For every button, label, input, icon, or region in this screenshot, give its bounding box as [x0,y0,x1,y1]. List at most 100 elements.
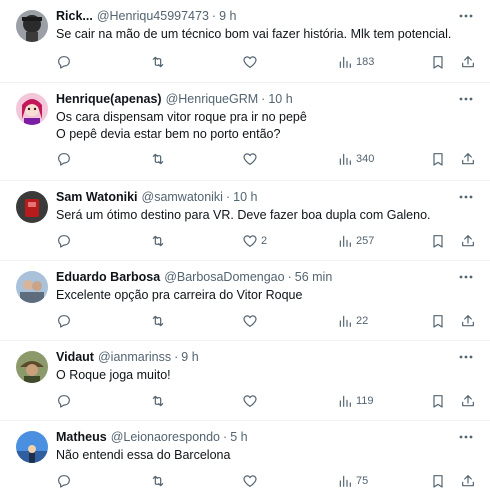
bookmark-button[interactable] [430,53,446,71]
more-dots-icon[interactable] [458,189,474,205]
retweet-button[interactable] [150,232,166,250]
tweet-text: Não entendi essa do Barcelona [56,448,231,462]
avatar[interactable] [16,351,48,383]
user-name[interactable]: Henrique(apenas) [56,91,162,107]
tweet[interactable]: Eduardo Barbosa @BarbosaDomengao · 56 mi… [0,261,490,341]
timestamp[interactable]: 56 min [295,269,333,285]
tweet[interactable]: Vidaut @ianmarinss · 9 h O Roque joga mu… [0,341,490,421]
share-button[interactable] [460,392,476,410]
user-name[interactable]: Vidaut [56,349,94,365]
more-dots-icon[interactable] [458,8,474,24]
user-handle[interactable]: @Henriqu45997473 [97,8,209,24]
bookmark-icon [433,235,443,248]
bookmark-button[interactable] [430,150,446,168]
views-count: 183 [356,56,375,68]
avatar[interactable] [16,271,48,303]
views-button[interactable]: 340 [337,150,374,168]
share-button[interactable] [460,472,476,490]
retweet-button[interactable] [150,312,166,330]
tweet-content: Matheus @Leionaorespondo · 5 h Não enten… [56,429,474,464]
share-button[interactable] [460,150,476,168]
retweet-button[interactable] [150,53,166,71]
avatar[interactable] [16,191,48,223]
like-button[interactable] [242,53,261,71]
user-handle[interactable]: @HenriqueGRM [166,91,259,107]
views-button[interactable]: 75 [337,472,368,490]
avatar[interactable] [16,93,48,125]
reply-button[interactable] [56,312,72,330]
reply-button[interactable] [56,150,72,168]
user-handle[interactable]: @BarbosaDomengao [164,269,284,285]
reply-button[interactable] [56,472,72,490]
retweet-icon [152,56,164,68]
bookmark-button[interactable] [430,312,446,330]
user-name[interactable]: Matheus [56,429,107,445]
tweet[interactable]: Henrique(apenas) @HenriqueGRM · 10 h Os … [0,83,490,181]
retweet-button[interactable] [150,472,166,490]
retweet-button[interactable] [150,150,166,168]
bookmark-icon [433,153,443,166]
like-icon [243,475,257,487]
like-button[interactable]: 2 [242,232,267,250]
views-icon [339,235,351,247]
tweet-content: Rick... @Henriqu45997473 · 9 h Se cair n… [56,8,474,43]
reply-icon [58,153,70,166]
like-icon [243,395,257,407]
reply-feed: Rick... @Henriqu45997473 · 9 h Se cair n… [0,0,490,496]
tweet[interactable]: Matheus @Leionaorespondo · 5 h Não enten… [0,421,490,496]
timestamp[interactable]: 5 h [230,429,247,445]
more-dots-icon[interactable] [458,429,474,445]
bookmark-button[interactable] [430,232,446,250]
views-button[interactable]: 257 [337,232,374,250]
bookmark-button[interactable] [430,472,446,490]
reply-icon [58,235,70,248]
views-button[interactable]: 183 [337,53,374,71]
reply-button[interactable] [56,53,72,71]
avatar-image [16,271,48,303]
avatar[interactable] [16,10,48,42]
more-dots-icon[interactable] [458,269,474,285]
user-handle[interactable]: @Leionaorespondo [111,429,220,445]
timestamp[interactable]: 9 h [219,8,236,24]
share-button[interactable] [460,312,476,330]
tweet-actions: 183 [56,53,476,71]
user-handle[interactable]: @ianmarinss [98,349,171,365]
views-button[interactable]: 22 [337,312,368,330]
retweet-icon [152,235,164,247]
user-name[interactable]: Rick... [56,8,93,24]
bookmark-icon [433,395,443,408]
retweet-icon [152,315,164,327]
like-button[interactable] [242,150,261,168]
views-icon [339,315,351,327]
retweet-button[interactable] [150,392,166,410]
share-icon [462,153,474,165]
bookmark-button[interactable] [430,392,446,410]
views-button[interactable]: 119 [337,392,374,410]
user-name[interactable]: Sam Watoniki [56,189,138,205]
like-icon [243,153,257,165]
timestamp[interactable]: 9 h [181,349,198,365]
tweet[interactable]: Rick... @Henriqu45997473 · 9 h Se cair n… [0,0,490,83]
like-button[interactable] [242,312,261,330]
timestamp[interactable]: 10 h [233,189,257,205]
more-dots-icon[interactable] [458,91,474,107]
tweet-text: Será um ótimo destino para VR. Deve faze… [56,208,431,222]
share-button[interactable] [460,53,476,71]
bookmark-icon [433,315,443,328]
timestamp[interactable]: 10 h [268,91,292,107]
share-icon [462,395,474,407]
user-name[interactable]: Eduardo Barbosa [56,269,160,285]
like-button[interactable] [242,392,261,410]
tweet-content: Henrique(apenas) @HenriqueGRM · 10 h Os … [56,91,474,143]
user-handle[interactable]: @samwatoniki [142,189,223,205]
tweet[interactable]: Sam Watoniki @samwatoniki · 10 h Será um… [0,181,490,261]
tweet-text: Os cara dispensam vitor roque pra ir no … [56,110,307,141]
views-count: 340 [356,153,375,165]
like-button[interactable] [242,472,261,490]
reply-button[interactable] [56,232,72,250]
views-count: 257 [356,235,375,247]
share-button[interactable] [460,232,476,250]
avatar[interactable] [16,431,48,463]
reply-button[interactable] [56,392,72,410]
more-dots-icon[interactable] [458,349,474,365]
